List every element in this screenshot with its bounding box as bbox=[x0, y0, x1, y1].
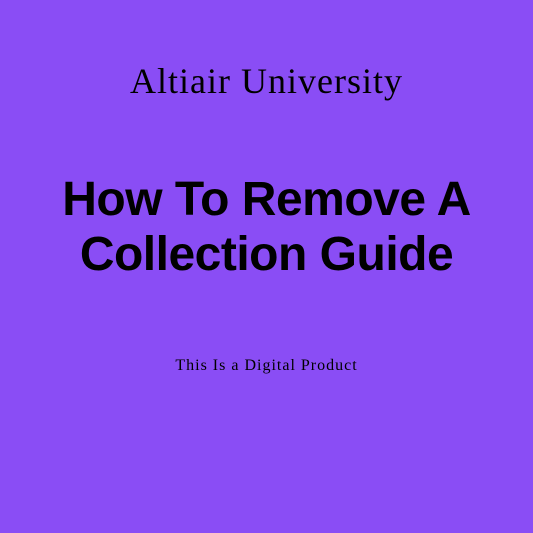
brand-name: Altiair University bbox=[130, 60, 403, 102]
product-title: How To Remove A Collection Guide bbox=[0, 172, 533, 282]
product-subtitle: This Is a Digital Product bbox=[175, 357, 357, 375]
